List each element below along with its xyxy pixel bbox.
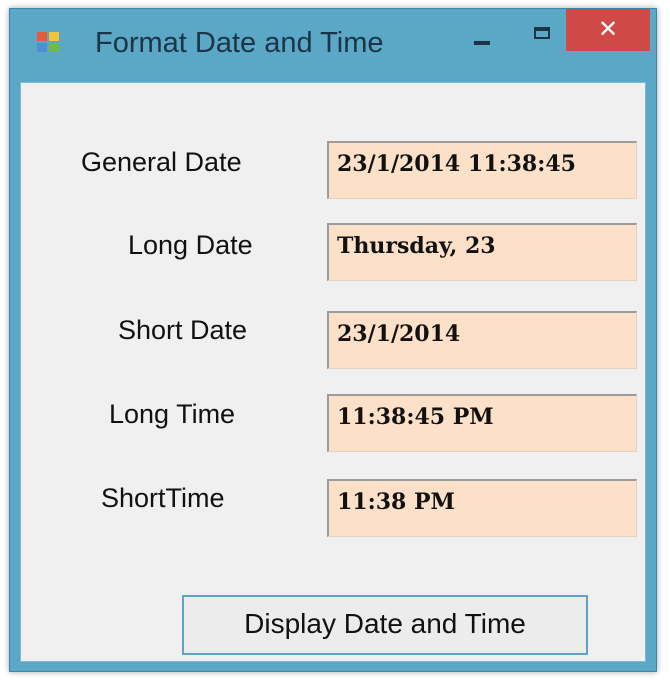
long-date-label: Long Date — [128, 230, 253, 260]
long-date-field[interactable]: Thursday, 23 — [327, 223, 637, 281]
general-date-label: General Date — [81, 147, 242, 177]
short-date-field[interactable]: 23/1/2014 — [327, 311, 637, 369]
long-time-field[interactable]: 11:38:45 PM — [327, 394, 637, 452]
close-button[interactable]: ✕ — [566, 9, 650, 51]
title-bar[interactable]: Format Date and Time ✕ — [10, 9, 656, 82]
minimize-icon — [474, 41, 490, 45]
maximize-button[interactable] — [522, 15, 566, 63]
long-time-label: Long Time — [109, 399, 236, 429]
form-client-area: General Date 23/1/2014 11:38:45 Long Dat… — [20, 82, 646, 662]
general-date-field[interactable]: 23/1/2014 11:38:45 — [327, 141, 637, 199]
minimize-button[interactable] — [460, 15, 504, 63]
short-time-field[interactable]: 11:38 PM — [327, 479, 637, 537]
window-title: Format Date and Time — [95, 27, 384, 59]
maximize-icon — [534, 27, 550, 39]
app-icon[interactable] — [37, 32, 61, 54]
app-window: Format Date and Time ✕ General Date 23/1… — [9, 8, 657, 672]
close-icon: ✕ — [597, 15, 619, 43]
short-date-label: Short Date — [118, 315, 248, 345]
display-date-and-time-button[interactable]: Display Date and Time — [182, 595, 588, 655]
short-time-label: ShortTime — [101, 483, 225, 513]
